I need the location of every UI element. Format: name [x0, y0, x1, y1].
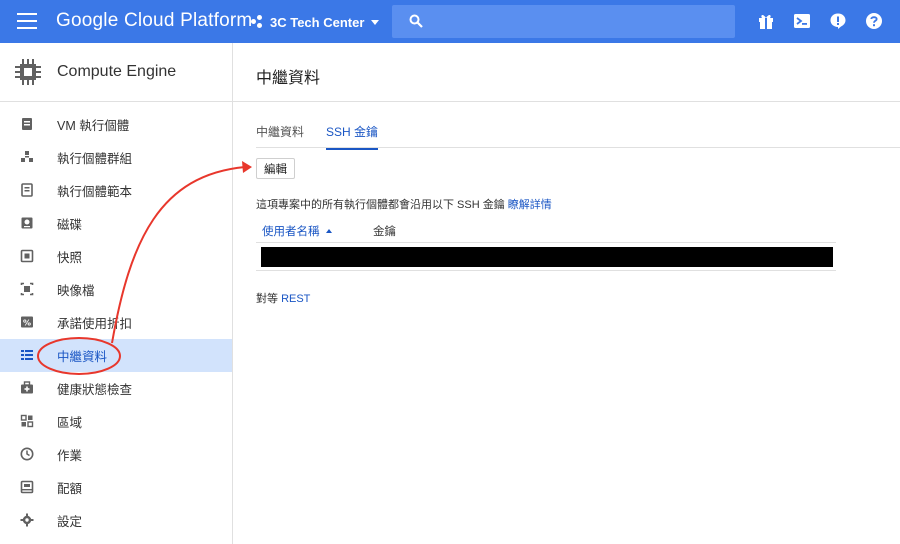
- sidebar-item-0[interactable]: VM 執行個體: [0, 108, 232, 141]
- edit-button[interactable]: 編輯: [256, 158, 295, 179]
- sidebar-item-label: 配額: [57, 482, 83, 496]
- sidebar-header: Compute Engine: [0, 43, 232, 102]
- page-title: 中繼資料: [256, 70, 321, 87]
- instance-template-icon: [21, 183, 33, 197]
- menu-icon[interactable]: [17, 13, 37, 29]
- sidebar-item-label: 快照: [57, 251, 83, 265]
- sidebar: Compute Engine VM 執行個體 執行個體群組 執行個體範本 磁碟快照映像…: [0, 43, 233, 544]
- sort-ascending-icon: [325, 229, 332, 233]
- tab-divider: [256, 147, 900, 148]
- cloud-shell-icon[interactable]: [793, 12, 811, 30]
- page-header: 中繼資料: [233, 43, 900, 102]
- disk-icon: [21, 217, 33, 229]
- sidebar-title: Compute Engine: [57, 63, 177, 80]
- sidebar-item-label: 執行個體群組: [57, 152, 133, 166]
- sidebar-item-label: 磁碟: [57, 218, 83, 232]
- sidebar-item-3[interactable]: 磁碟: [0, 207, 232, 240]
- info-text: 這項專案中的所有執行個體都會沿用以下 SSH 金鑰: [256, 199, 508, 211]
- sidebar-item-label: 中繼資料: [57, 350, 108, 364]
- sidebar-item-label: 作業: [57, 449, 83, 463]
- learn-more-link[interactable]: 瞭解詳情: [508, 199, 552, 211]
- quota-icon: [20, 480, 34, 494]
- settings-icon: [20, 513, 34, 527]
- compute-engine-icon: [15, 59, 41, 85]
- svg-text:%: %: [23, 319, 31, 328]
- sidebar-item-7[interactable]: 中繼資料: [0, 339, 232, 372]
- main-content: 中繼資料 中繼資料 SSH 金鑰 編輯 這項專案中的所有執行個體都會沿用以下 S…: [233, 43, 900, 544]
- sidebar-item-label: 映像檔: [57, 284, 95, 298]
- sidebar-item-4[interactable]: 快照: [0, 240, 232, 273]
- column-username-label: 使用者名稱: [262, 226, 320, 238]
- project-name: 3C Tech Center: [270, 14, 365, 30]
- sidebar-item-label: 健康狀態檢查: [57, 383, 133, 397]
- table-row: [256, 243, 836, 271]
- tab-bar: 中繼資料 SSH 金鑰: [256, 123, 400, 150]
- sidebar-item-label: 承諾使用折扣: [57, 317, 133, 331]
- tab-ssh-keys[interactable]: SSH 金鑰: [326, 123, 379, 150]
- sidebar-item-5[interactable]: 映像檔: [0, 273, 232, 306]
- image-icon: [20, 282, 34, 296]
- redacted-key: [261, 247, 833, 267]
- snapshot-icon: [20, 249, 34, 263]
- help-icon[interactable]: [865, 12, 883, 30]
- sidebar-item-label: 區域: [57, 416, 83, 430]
- product-title[interactable]: Google Cloud Platform: [56, 10, 252, 32]
- sidebar-item-1[interactable]: 執行個體群組: [0, 141, 232, 174]
- tab-metadata[interactable]: 中繼資料: [256, 123, 304, 150]
- table-header: 使用者名稱 金鑰: [256, 219, 836, 243]
- rest-link[interactable]: REST: [281, 293, 310, 305]
- column-header-username[interactable]: 使用者名稱: [262, 223, 332, 239]
- instance-group-icon: [21, 151, 33, 162]
- sidebar-item-10[interactable]: 作業: [0, 438, 232, 471]
- equivalent-rest: 對等 REST: [256, 290, 310, 306]
- discount-icon: %: [21, 316, 33, 328]
- equivalent-label: 對等: [256, 293, 282, 305]
- sidebar-item-6[interactable]: % 承諾使用折扣: [0, 306, 232, 339]
- project-dots-icon: [251, 15, 263, 29]
- zone-icon: [20, 414, 34, 428]
- operations-icon: [20, 447, 34, 461]
- metadata-icon: [21, 350, 33, 360]
- ssh-info-text: 這項專案中的所有執行個體都會沿用以下 SSH 金鑰 瞭解詳情: [256, 196, 552, 212]
- search-icon: [409, 14, 423, 28]
- sidebar-item-label: VM 執行個體: [57, 119, 130, 133]
- search-input[interactable]: [392, 5, 735, 38]
- sidebar-item-12[interactable]: 設定: [0, 504, 232, 537]
- sidebar-item-8[interactable]: 健康狀態檢查: [0, 372, 232, 405]
- sidebar-item-label: 執行個體範本: [57, 185, 133, 199]
- notifications-icon[interactable]: [829, 12, 847, 30]
- project-selector[interactable]: 3C Tech Center: [251, 12, 380, 32]
- gift-icon[interactable]: [757, 12, 775, 30]
- sidebar-item-label: 設定: [57, 515, 83, 529]
- top-app-bar: Google Cloud Platform 3C Tech Center: [0, 0, 900, 43]
- chevron-down-icon: [371, 19, 380, 25]
- column-header-key: 金鑰: [373, 226, 396, 238]
- sidebar-item-2[interactable]: 執行個體範本: [0, 174, 232, 207]
- health-check-icon: [21, 381, 33, 394]
- vm-instance-icon: [22, 118, 32, 130]
- sidebar-item-11[interactable]: 配額: [0, 471, 232, 504]
- sidebar-item-9[interactable]: 區域: [0, 405, 232, 438]
